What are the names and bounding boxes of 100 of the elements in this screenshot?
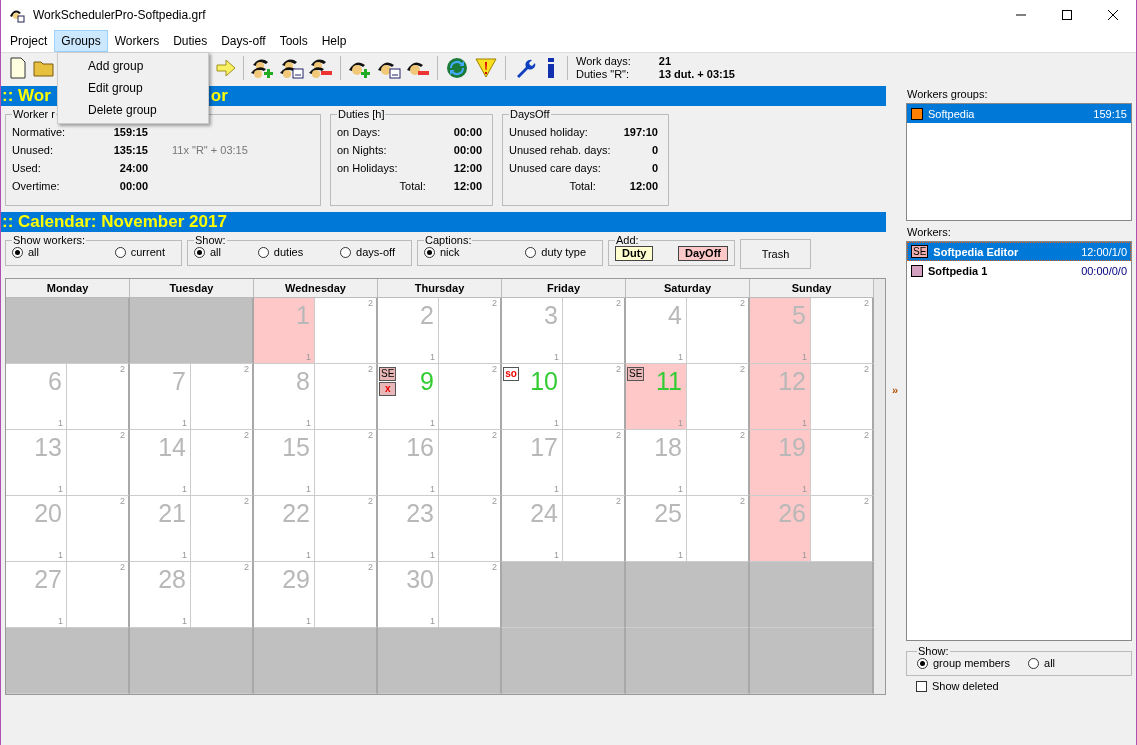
stat-label: Unused holiday: [509,125,589,139]
stat-value: 12:00 [628,179,658,193]
day-number: 11 [656,367,682,395]
slot-label: 2 [492,298,498,309]
day-cell[interactable]: 20 1 2 [6,496,130,562]
day-cell[interactable]: 18 1 2 [626,430,750,496]
menu-item[interactable]: Add group [58,55,208,77]
day-cell[interactable]: 12 1 2 [750,364,874,430]
weekday-header: Sunday [750,279,874,298]
add-button[interactable]: Duty [615,246,654,261]
radio-button[interactable] [424,246,435,258]
slot-label: 1 [554,484,560,495]
checkbox[interactable] [916,680,927,692]
day-cell[interactable]: 8 1 2 [254,364,378,430]
new-file-icon[interactable] [7,56,29,80]
day-cell[interactable]: 5 1 2 [750,298,874,364]
day-cell[interactable]: 21 1 2 [130,496,254,562]
day-cell[interactable]: SE 11 1 2 [626,364,750,430]
menu-item[interactable]: Edit group [58,77,208,99]
day-cell[interactable]: 2 1 2 [378,298,502,364]
panel-title: Add: [615,234,640,246]
day-cell[interactable]: 7 1 2 [130,364,254,430]
menu-item[interactable]: Workers [107,30,167,52]
slot-label: 1 [678,484,684,495]
day-cell[interactable]: 16 1 2 [378,430,502,496]
menu-item[interactable]: Help [314,30,354,52]
slot-label: 1 [430,484,436,495]
day-number: 21 [158,499,186,527]
radio-button[interactable] [525,246,537,258]
radio-button[interactable] [12,246,23,258]
day-cell[interactable]: 29 1 2 [254,562,378,628]
day-cell[interactable]: 26 1 2 [750,496,874,562]
menu-item[interactable]: Groups [54,30,108,52]
day-cell[interactable]: 6 1 2 [6,364,130,430]
group-hours: 159:15 [1093,107,1127,120]
day-cell[interactable]: 15 1 2 [254,430,378,496]
day-number: 30 [406,565,434,593]
radio-button[interactable] [917,657,928,669]
day-cell[interactable]: 4 1 2 [626,298,750,364]
day-cell[interactable]: 27 1 2 [6,562,130,628]
trash-button[interactable]: Trash [740,239,811,269]
refresh-icon[interactable] [444,56,470,80]
add-button[interactable]: DayOff [677,246,728,261]
menu-item[interactable]: Project [3,30,55,52]
menu-item[interactable]: Delete group [58,99,208,121]
radio-button[interactable] [340,246,352,258]
day-cell[interactable]: 3 1 2 [502,298,626,364]
day-cell[interactable]: 23 1 2 [378,496,502,562]
day-cell[interactable]: 24 1 2 [502,496,626,562]
radio-button[interactable] [114,246,126,258]
day-cell[interactable]: 28 1 2 [130,562,254,628]
menu-item[interactable]: Duties [166,30,215,52]
day-number: 28 [158,565,186,593]
duty-badge[interactable]: SE [627,367,645,381]
day-number: 29 [282,565,310,593]
day-number: 24 [530,499,558,527]
day-cell[interactable]: 25 1 2 [626,496,750,562]
radio-button[interactable] [257,246,269,258]
day-number: 7 [172,367,186,395]
panel-title: Show: [194,234,227,246]
panel-title: Duties [h] [337,108,386,120]
slot-label: 1 [678,418,684,429]
slot-label: 1 [554,550,560,561]
day-cell[interactable]: 19 1 2 [750,430,874,496]
stat-label: Unused: [12,143,54,157]
menu-item[interactable]: Tools [272,30,315,52]
radio-button[interactable] [194,246,205,258]
worker-item[interactable]: Softpedia 1 00:00/0/0 [907,261,1131,280]
slot-label: 2 [616,298,622,309]
stat-note: 11x "R" + 03:15 [172,143,249,157]
radio-button[interactable] [1028,657,1040,669]
stat-value: 12:00 [453,161,482,175]
day-cell[interactable]: SE x 9 1 2 [378,364,502,430]
slot-label: 2 [120,562,126,573]
duty-badge[interactable]: x [379,382,397,396]
day-cell[interactable]: 30 1 2 [378,562,502,628]
option-label: all [210,246,221,258]
splitter-handle[interactable]: » [891,383,899,396]
duty-badge[interactable]: SE [379,367,397,381]
day-number: 4 [668,301,682,329]
slot-label: 1 [182,418,188,429]
slot-label: 2 [368,430,374,441]
day-cell[interactable]: so 10 1 2 [502,364,626,430]
day-number: 10 [530,367,558,395]
group-item[interactable]: Softpedia 159:15 [907,104,1131,123]
menu-item[interactable]: Days-off [214,30,273,52]
slot-label: 1 [678,550,684,561]
day-cell[interactable]: 13 1 2 [6,430,130,496]
day-cell[interactable]: 22 1 2 [254,496,378,562]
day-cell[interactable]: 17 1 2 [502,430,626,496]
duty-badge[interactable]: so [503,367,519,381]
stat-value: 135:15 [112,143,148,157]
day-cell[interactable]: 1 1 2 [254,298,378,364]
worker-item[interactable]: SE Softpedia Editor 12:00/1/0 [907,242,1131,261]
warning-icon[interactable] [473,56,499,80]
day-cell[interactable]: 14 1 2 [130,430,254,496]
slot-label: 1 [430,550,436,561]
day-number: 26 [778,499,806,527]
stat-label: Unused rehab. days: [509,143,612,157]
stat-label: on Days: [337,125,382,139]
